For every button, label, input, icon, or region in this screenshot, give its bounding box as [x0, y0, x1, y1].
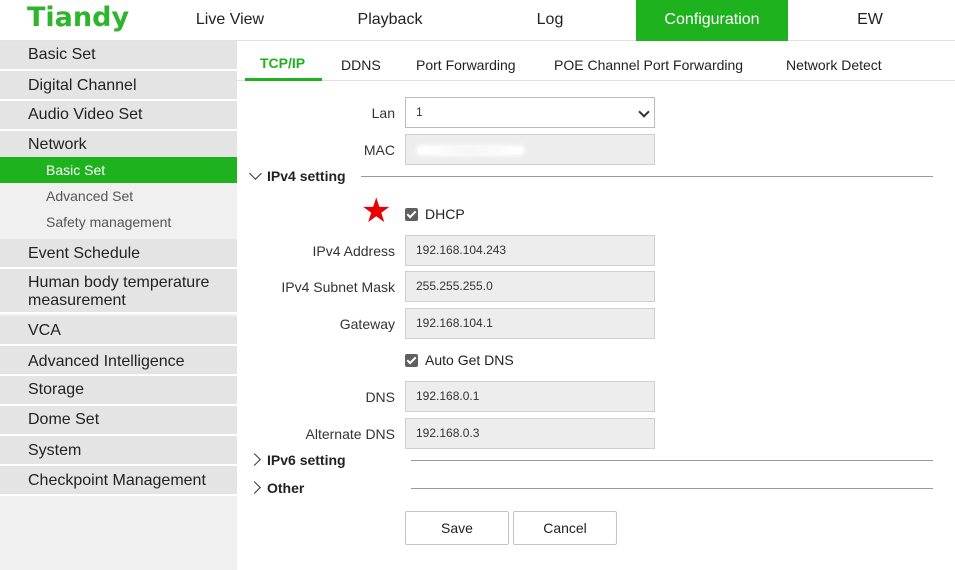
top-nav-bar: Tiandy Live View Playback Log Configurat… — [0, 0, 955, 41]
other-section[interactable]: Other — [248, 480, 305, 496]
sidebar-item-checkpoint-management[interactable]: Checkpoint Management — [0, 466, 237, 496]
tab-port-forwarding[interactable]: Port Forwarding — [416, 57, 516, 73]
alternate-dns-field[interactable]: 192.168.0.3 — [405, 418, 655, 449]
gateway-field[interactable]: 192.168.104.1 — [405, 308, 655, 339]
dns-field[interactable]: 192.168.0.1 — [405, 381, 655, 412]
lan-select[interactable]: 1 — [405, 97, 655, 128]
brand-logo: Tiandy — [27, 2, 130, 33]
tab-ddns[interactable]: DDNS — [341, 57, 381, 73]
lan-select-value: 1 — [416, 105, 423, 119]
ipv6-setting-section[interactable]: IPv6 setting — [248, 452, 346, 468]
cancel-button[interactable]: Cancel — [513, 511, 617, 545]
section-divider — [361, 176, 933, 177]
other-label: Other — [267, 480, 305, 496]
auto-get-dns-label: Auto Get DNS — [425, 352, 514, 368]
sidebar-item-advanced-intelligence[interactable]: Advanced Intelligence — [0, 346, 237, 376]
ipv4-setting-section[interactable]: IPv4 setting — [249, 167, 346, 184]
lan-label: Lan — [371, 105, 395, 121]
chevron-right-icon — [248, 481, 261, 494]
nav-live-view[interactable]: Live View — [180, 0, 280, 41]
dhcp-checkbox[interactable]: DHCP — [405, 206, 465, 222]
ipv6-setting-label: IPv6 setting — [267, 452, 346, 468]
sidebar-item-digital-channel[interactable]: Digital Channel — [0, 71, 237, 101]
tab-poe-channel-port-forwarding[interactable]: POE Channel Port Forwarding — [554, 57, 743, 73]
star-icon: ★ — [361, 192, 392, 230]
dhcp-label: DHCP — [425, 206, 465, 222]
sidebar-item-basic-set[interactable]: Basic Set — [0, 41, 237, 71]
nav-log[interactable]: Log — [510, 0, 590, 41]
section-divider — [411, 460, 933, 461]
sidebar-subitem-safety-management[interactable]: Safety management — [0, 209, 237, 237]
auto-get-dns-checkbox[interactable]: Auto Get DNS — [405, 352, 514, 368]
nav-playback[interactable]: Playback — [340, 0, 440, 41]
section-divider — [411, 488, 933, 489]
sidebar-subitem-advanced-set[interactable]: Advanced Set — [0, 183, 237, 209]
subnet-mask-label: IPv4 Subnet Mask — [281, 279, 395, 295]
chevron-down-icon — [249, 167, 262, 180]
ipv4-address-field[interactable]: 192.168.104.243 — [405, 235, 655, 266]
active-tab-indicator — [245, 78, 322, 81]
save-button[interactable]: Save — [405, 511, 509, 545]
checkbox-checked-icon — [405, 208, 418, 221]
alternate-dns-label: Alternate DNS — [305, 426, 395, 442]
ipv4-setting-label: IPv4 setting — [267, 168, 346, 184]
nav-configuration[interactable]: Configuration — [636, 0, 788, 41]
mac-label: MAC — [363, 142, 395, 158]
sidebar-subitem-basic-set[interactable]: Basic Set — [0, 157, 237, 183]
checkbox-checked-icon — [405, 354, 418, 367]
nav-ew[interactable]: EW — [830, 0, 910, 41]
chevron-right-icon — [248, 453, 261, 466]
mac-redacted-value — [418, 147, 523, 154]
mac-field — [405, 134, 655, 165]
subnet-mask-field[interactable]: 255.255.255.0 — [405, 271, 655, 302]
tab-network-detect[interactable]: Network Detect — [786, 57, 882, 73]
ipv4-address-label: IPv4 Address — [312, 243, 396, 259]
dns-label: DNS — [365, 389, 395, 405]
gateway-label: Gateway — [339, 316, 395, 332]
tab-tcp-ip[interactable]: TCP/IP — [260, 55, 305, 71]
